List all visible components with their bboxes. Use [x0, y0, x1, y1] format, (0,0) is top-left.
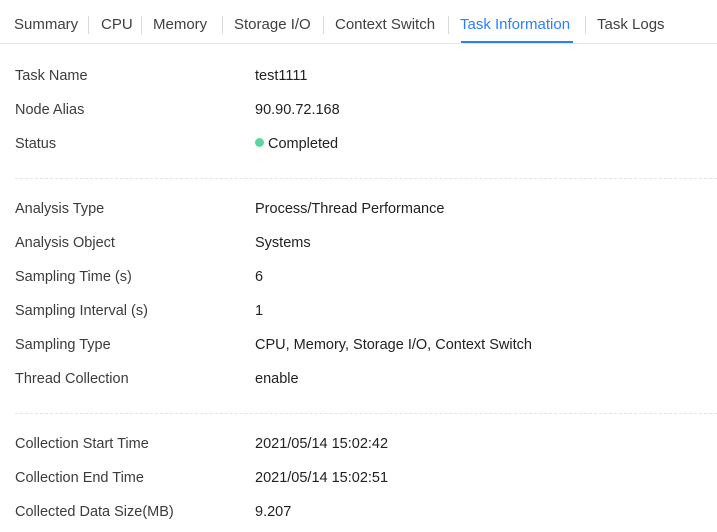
tab-separator: [585, 16, 586, 34]
info-row-task-name: Task Name test1111: [0, 66, 717, 86]
tab-separator: [222, 16, 223, 34]
tab-task-logs[interactable]: Task Logs: [597, 15, 665, 35]
tab-separator: [88, 16, 89, 34]
tab-separator: [141, 16, 142, 34]
sampling-time-label: Sampling Time (s): [15, 269, 132, 285]
thread-collection-value: enable: [255, 371, 299, 387]
analysis-type-value: Process/Thread Performance: [255, 201, 445, 217]
sampling-time-value: 6: [255, 269, 264, 285]
section-divider: [15, 413, 717, 414]
info-row-collection-end-time: Collection End Time 2021/05/14 15:02:51: [0, 468, 717, 488]
status-label: Status: [15, 136, 57, 152]
tab-cpu[interactable]: CPU: [101, 15, 133, 35]
tab-context-switch[interactable]: Context Switch: [335, 15, 435, 35]
collection-start-time-label: Collection Start Time: [15, 436, 149, 452]
tab-separator: [323, 16, 324, 34]
collected-data-size-label: Collected Data Size(MB): [15, 504, 174, 520]
task-name-label: Task Name: [15, 68, 88, 84]
tab-storage-io[interactable]: Storage I/O: [234, 15, 311, 35]
collection-end-time-value: 2021/05/14 15:02:51: [255, 470, 389, 486]
info-row-node-alias: Node Alias 90.90.72.168: [0, 100, 717, 120]
sampling-interval-label: Sampling Interval (s): [15, 303, 148, 319]
active-tab-indicator: [461, 41, 573, 43]
tab-memory[interactable]: Memory: [153, 15, 207, 35]
sampling-type-value: CPU, Memory, Storage I/O, Context Switch: [255, 337, 532, 353]
analysis-type-label: Analysis Type: [15, 201, 105, 217]
sampling-interval-value: 1: [255, 303, 264, 319]
collected-data-size-value: 9.207: [255, 504, 292, 520]
tab-summary[interactable]: Summary: [14, 15, 78, 35]
info-row-sampling-type: Sampling Type CPU, Memory, Storage I/O, …: [0, 335, 717, 355]
tab-task-information[interactable]: Task Information: [460, 15, 570, 35]
node-alias-value: 90.90.72.168: [255, 102, 340, 118]
tab-bar: Summary CPU Memory Storage I/O Context S…: [0, 0, 717, 44]
status-value: Completed: [268, 136, 339, 152]
analysis-object-label: Analysis Object: [15, 235, 115, 251]
info-row-analysis-type: Analysis Type Process/Thread Performance: [0, 199, 717, 219]
node-alias-label: Node Alias: [15, 102, 85, 118]
info-row-analysis-object: Analysis Object Systems: [0, 233, 717, 253]
thread-collection-label: Thread Collection: [15, 371, 129, 387]
info-row-sampling-interval: Sampling Interval (s) 1: [0, 301, 717, 321]
info-row-collection-start-time: Collection Start Time 2021/05/14 15:02:4…: [0, 434, 717, 454]
task-name-value: test1111: [255, 68, 308, 84]
tab-separator: [448, 16, 449, 34]
task-information-page: Summary CPU Memory Storage I/O Context S…: [0, 0, 717, 532]
collection-start-time-value: 2021/05/14 15:02:42: [255, 436, 389, 452]
section-divider: [15, 178, 717, 179]
collection-end-time-label: Collection End Time: [15, 470, 144, 486]
info-row-collected-data-size: Collected Data Size(MB) 9.207: [0, 502, 717, 522]
info-row-thread-collection: Thread Collection enable: [0, 369, 717, 389]
sampling-type-label: Sampling Type: [15, 337, 111, 353]
analysis-object-value: Systems: [255, 235, 311, 251]
status-dot-icon: [255, 138, 264, 147]
info-row-sampling-time: Sampling Time (s) 6: [0, 267, 717, 287]
status-value-container: Completed: [255, 134, 338, 154]
info-row-status: Status Completed: [0, 134, 717, 154]
